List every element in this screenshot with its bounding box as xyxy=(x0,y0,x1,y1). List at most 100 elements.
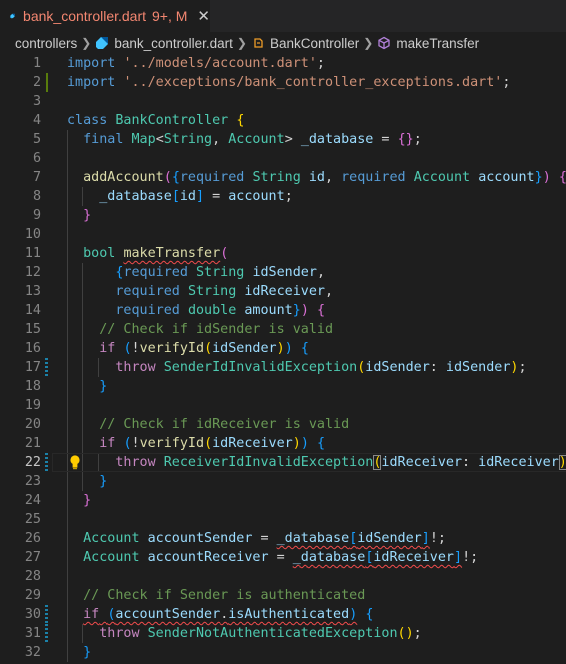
code-token: idSender xyxy=(365,360,430,375)
code-line[interactable]: 19 xyxy=(0,396,566,415)
breadcrumb: controllers ❯ bank_controller.dart ❯ Ban… xyxy=(0,32,566,54)
git-added-marker[interactable] xyxy=(46,73,48,92)
git-modified-marker[interactable] xyxy=(45,624,48,643)
tab-problems-badge: 9+, M xyxy=(152,8,188,24)
breadcrumb-class[interactable]: BankController xyxy=(270,36,359,51)
code-token: ; xyxy=(413,132,422,147)
breadcrumb-folder[interactable]: controllers xyxy=(15,36,77,51)
dart-file-icon xyxy=(96,37,109,49)
breadcrumb-method[interactable]: makeTransfer xyxy=(396,36,479,51)
code-line[interactable]: 2 import '../exceptions/bank_controller_e… xyxy=(0,73,566,92)
code-token: } xyxy=(534,170,543,185)
code-token: ! xyxy=(131,436,140,451)
code-line[interactable]: 29 // Check if Sender is authenticated xyxy=(0,586,566,605)
code-line[interactable]: 25 xyxy=(0,510,566,529)
close-icon[interactable]: ✕ xyxy=(197,7,210,25)
code-line[interactable]: 32 } xyxy=(0,643,566,662)
code-text: } xyxy=(67,206,91,225)
git-modified-marker[interactable] xyxy=(45,453,48,472)
code-token: ) xyxy=(284,341,293,356)
code-token: '../exceptions/bank_controller_exception… xyxy=(123,75,503,90)
code-text: if (!verifyId(idSender)) { xyxy=(67,339,309,358)
code-token: } xyxy=(83,493,92,508)
code-line[interactable]: 30 if (accountSender.isAuthenticated) { xyxy=(0,605,566,624)
code-line[interactable]: 28 xyxy=(0,567,566,586)
tab-bank-controller[interactable]: bank_controller.dart 9+, M ✕ xyxy=(0,0,210,32)
line-number: 7 xyxy=(32,170,41,185)
line-number: 17 xyxy=(24,360,41,375)
breadcrumb-file[interactable]: bank_controller.dart xyxy=(114,36,233,51)
code-token: { xyxy=(559,170,566,185)
code-token: ) xyxy=(542,170,551,185)
line-number: 1 xyxy=(32,56,41,71)
code-token: // Check if Sender is authenticated xyxy=(83,588,366,603)
code-line[interactable]: 3 xyxy=(0,92,566,111)
code-line[interactable]: 12 {required String idSender, xyxy=(0,263,566,282)
code-token: required xyxy=(115,284,180,299)
code-line[interactable]: 21 if (!verifyId(idReceiver)) { xyxy=(0,434,566,453)
code-line[interactable]: 26 Account accountSender = _database[idS… xyxy=(0,529,566,548)
code-line[interactable]: 8 _database[id] = account; xyxy=(0,187,566,206)
line-number: 6 xyxy=(32,151,41,166)
code-line[interactable]: 15 // Check if idSender is valid xyxy=(0,320,566,339)
line-number: 13 xyxy=(24,284,41,299)
git-modified-marker[interactable] xyxy=(45,605,48,624)
code-line[interactable]: 20 // Check if idReceiver is valid xyxy=(0,415,566,434)
code-token: idReceiver xyxy=(244,284,325,299)
code-line[interactable]: 17 throw SenderIdInvalidException(idSend… xyxy=(0,358,566,377)
line-number: 26 xyxy=(24,531,41,546)
code-token: () xyxy=(397,626,414,641)
code-line[interactable]: 1 import '../models/account.dart'; xyxy=(0,54,566,73)
code-line[interactable]: 6 xyxy=(0,149,566,168)
code-text: required double amount}) { xyxy=(67,301,325,320)
code-token: _database xyxy=(276,531,350,546)
code-line[interactable]: 14 required double amount}) { xyxy=(0,301,566,320)
code-line[interactable]: 11 bool makeTransfer( xyxy=(0,244,566,263)
tab-bar: bank_controller.dart 9+, M ✕ xyxy=(0,0,566,32)
code-token: , xyxy=(316,265,325,280)
code-line[interactable]: 31 throw SenderNotAuthenticatedException… xyxy=(0,624,566,643)
line-number: 11 xyxy=(24,246,41,261)
code-text: // Check if idSender is valid xyxy=(67,320,333,339)
git-modified-marker[interactable] xyxy=(45,358,48,377)
code-token: : xyxy=(462,455,479,470)
code-line[interactable]: 16 if (!verifyId(idSender)) { xyxy=(0,339,566,358)
code-token: idSender xyxy=(252,265,317,280)
code-line[interactable]: 10 xyxy=(0,225,566,244)
code-token: = xyxy=(268,550,293,565)
code-line[interactable]: 4 class BankController { xyxy=(0,111,566,130)
code-token: idSender xyxy=(445,360,511,375)
code-token: throw xyxy=(115,360,156,375)
code-token: ( xyxy=(204,341,213,356)
code-token: _database xyxy=(292,550,366,565)
code-line[interactable]: 5 final Map<String, Account> _database =… xyxy=(0,130,566,149)
code-editor[interactable]: 1 import '../models/account.dart'; 2 import… xyxy=(0,54,566,664)
code-line[interactable]: 13 required String idReceiver, xyxy=(0,282,566,301)
code-token: { xyxy=(365,607,374,622)
code-line[interactable]: 7 addAccount({required String id, requir… xyxy=(0,168,566,187)
code-line[interactable]: 27 Account accountReceiver = _database[i… xyxy=(0,548,566,567)
code-token: > xyxy=(284,132,301,147)
line-number: 4 xyxy=(32,113,41,128)
code-line[interactable]: 9 } xyxy=(0,206,566,225)
code-line[interactable]: 22 throw ReceiverIdInvalidException(idRe… xyxy=(0,453,566,472)
code-token: account xyxy=(228,189,285,204)
code-token: accountSender xyxy=(147,531,253,546)
code-line[interactable]: 24 } xyxy=(0,491,566,510)
code-text: // Check if Sender is authenticated xyxy=(67,586,365,605)
code-token: ) xyxy=(292,436,301,451)
code-line[interactable]: 18 } xyxy=(0,377,566,396)
code-line[interactable]: 23 } xyxy=(0,472,566,491)
